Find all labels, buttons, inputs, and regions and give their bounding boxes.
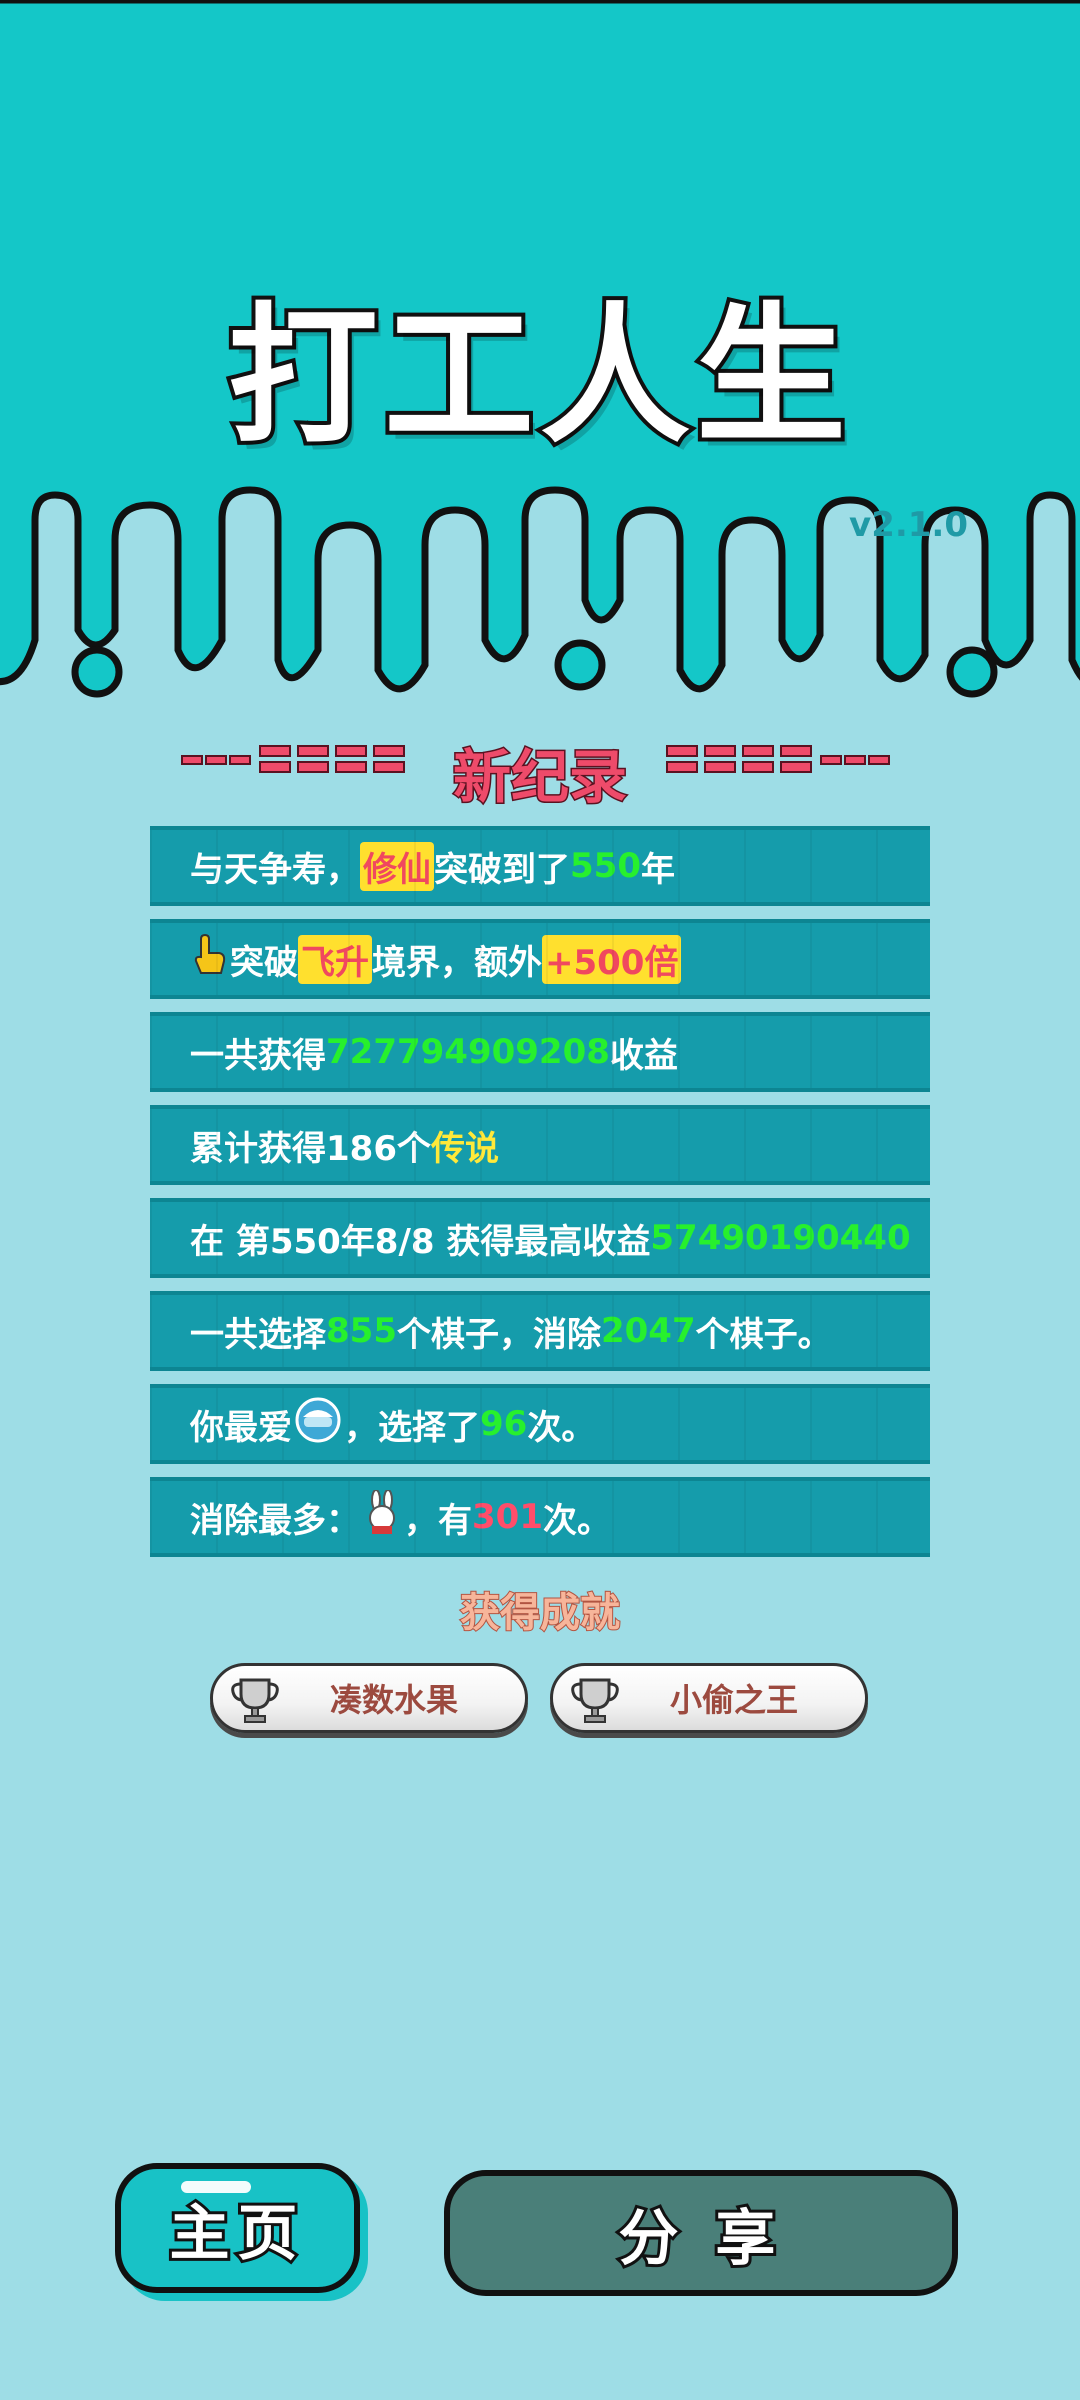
stat-row: 累计获得186个 传说 [150,1105,930,1185]
stat-text: 855 [326,1311,397,1351]
stat-row: 消除最多： ，有 301 次。 [150,1477,930,1557]
stats-list: 与天争寿， 修仙 突破到了 550 年突破 飞升 境界，额外 +500倍 一共获得 7277949… [150,826,930,1570]
stat-text: 修仙 [360,841,434,891]
stat-text: 一共获得 [190,1035,326,1076]
share-button-label: 分 享 [616,2201,784,2277]
stat-text: 累计获得186个 [190,1128,431,1169]
header-drip-band: 打工人生 v2.1.0 [0,0,1080,720]
home-button[interactable]: 主页 [115,2163,360,2293]
stat-row: 一共获得 727794909208 收益 [150,1012,930,1092]
stat-text: 一共选择 [190,1314,326,1355]
stat-row: 突破 飞升 境界，额外 +500倍 [150,919,930,999]
stat-text: 在 第550年8/8 获得最高收益 [190,1221,651,1262]
stat-text: ，选择了 [344,1407,480,1448]
stat-text: 个棋子，消除 [396,1314,601,1355]
stat-text: 301 [472,1497,543,1537]
stat-text: 消除最多： [190,1500,360,1541]
rabbit-icon [363,1488,401,1545]
stat-text: 传说 [430,1128,499,1169]
stat-text: 收益 [609,1035,678,1076]
stat-text: 突破到了 [434,849,570,890]
stat-text: 2047 [600,1311,696,1351]
pointing-hand-icon [193,933,227,986]
rice-bowl-icon [295,1397,341,1452]
right-dash-decoration [666,745,890,773]
stat-text: 次。 [542,1500,611,1541]
stat-text: 你最爱 [190,1407,292,1448]
stat-text: 96 [480,1404,528,1444]
trophy-icon [567,1672,623,1732]
stat-text: +500倍 [542,934,682,984]
stat-text: 57490190440 [650,1218,911,1258]
stat-text: 次。 [527,1407,596,1448]
stat-row: 一共选择 855 个棋子，消除 2047 个棋子。 [150,1291,930,1371]
stat-text: 年 [640,849,675,890]
trophy-icon [227,1672,283,1732]
stat-text: 飞升 [298,934,372,984]
new-record-header: 新纪录 [0,730,1080,813]
stat-text: 与天争寿， [190,849,360,890]
game-title: 打工人生 [224,286,852,468]
achievement-badge-2[interactable]: 小偷之王 [550,1663,868,1733]
home-button-label: 主页 [167,2196,306,2272]
stat-row: 与天争寿， 修仙 突破到了 550 年 [150,826,930,906]
stat-text: 727794909208 [326,1032,610,1072]
new-record-title: 新纪录 [451,742,628,813]
version-label: v2.1.0 [849,505,968,545]
stat-text: ，有 [404,1500,472,1541]
button-shine [181,2181,251,2193]
stat-text: 550 [570,846,641,886]
stat-text: 境界，额外 [372,942,542,983]
share-button[interactable]: 分 享 [444,2170,958,2296]
achievement-badge-1[interactable]: 凑数水果 [210,1663,528,1733]
achievements-title: 获得成就 [459,1589,621,1637]
stat-row: 你最爱 ，选择了 96 次。 [150,1384,930,1464]
stat-row: 在 第550年8/8 获得最高收益 57490190440 [150,1198,930,1278]
stat-text: 突破 [230,942,298,983]
stat-text: 个棋子。 [695,1314,832,1355]
